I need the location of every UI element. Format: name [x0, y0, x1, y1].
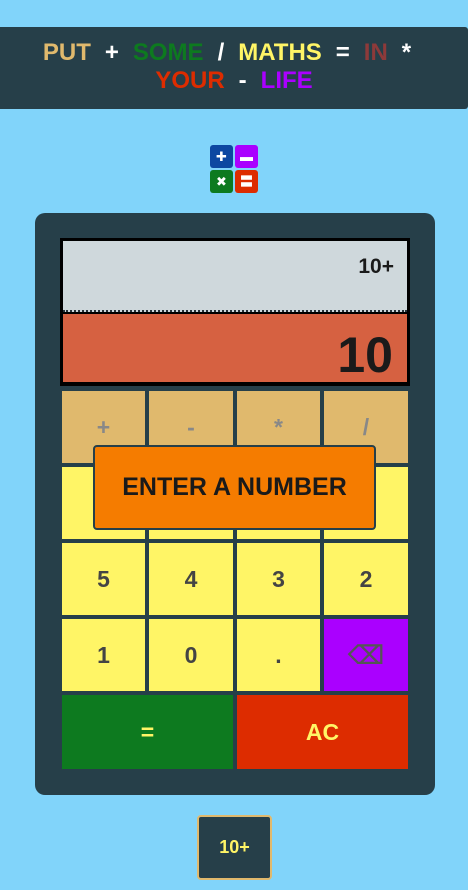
slogan-operator: - [238, 67, 247, 94]
slogan-word: PUT [42, 39, 91, 66]
slogan-line-2: YOUR - LIFE [0, 67, 468, 95]
digit-0-button[interactable]: 0 [149, 619, 233, 691]
slogan-word: IN [363, 39, 388, 66]
plus-icon: ✚ [210, 145, 233, 168]
history-display: 10+ [63, 241, 407, 312]
slogan-word: SOME [132, 39, 204, 66]
slogan-operator: = [335, 39, 350, 66]
slogan-operator: + [104, 39, 119, 66]
slogan-operator: * [401, 39, 412, 66]
calculator-logo: ✚ ▬ ✖ 〓 [210, 145, 258, 193]
mini-expression-display: 10+ [197, 815, 272, 880]
slogan-banner: PUT + SOME / MATHS = IN * YOUR - LIFE [0, 27, 468, 109]
slogan-operator: / [217, 39, 225, 66]
current-display: 10 [63, 314, 407, 383]
slogan-line-1: PUT + SOME / MATHS = IN * [0, 39, 468, 67]
current-value: 10 [337, 327, 393, 383]
decimal-point-button[interactable]: . [237, 619, 320, 691]
slogan-word: YOUR [155, 67, 225, 94]
digit-3-button[interactable]: 3 [237, 543, 320, 615]
equals-button[interactable]: = [62, 695, 233, 769]
clear-button[interactable]: AC [237, 695, 408, 769]
calculator-screen: 10+ 10 [60, 238, 410, 386]
history-expression: 10+ [358, 255, 394, 278]
digit-2-button[interactable]: 2 [324, 543, 408, 615]
multiply-icon: ✖ [210, 170, 233, 193]
digit-5-button[interactable]: 5 [62, 543, 145, 615]
digit-1-button[interactable]: 1 [62, 619, 145, 691]
digit-4-button[interactable]: 4 [149, 543, 233, 615]
slogan-word: LIFE [260, 67, 313, 94]
slogan-word: MATHS [238, 39, 322, 66]
enter-number-alert: ENTER A NUMBER [93, 445, 376, 530]
minus-icon: ▬ [235, 145, 258, 168]
backspace-button[interactable]: ⌫ [324, 619, 408, 691]
backspace-icon: ⌫ [347, 639, 385, 670]
equals-icon: 〓 [235, 170, 258, 193]
